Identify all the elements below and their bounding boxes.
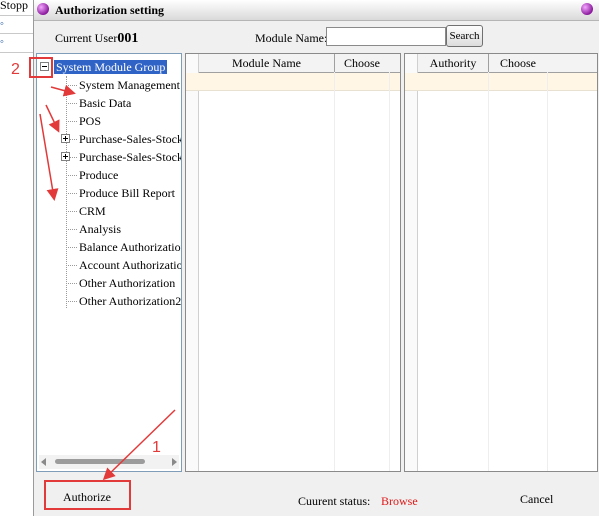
collapse-icon[interactable] (40, 62, 49, 71)
app-icon (37, 3, 49, 15)
scroll-left-icon[interactable] (41, 458, 46, 466)
background-window: Stopp ◦ ◦ (0, 0, 34, 516)
table-row[interactable] (405, 73, 597, 91)
authority-grid[interactable]: Authority Choose (404, 53, 598, 472)
status-value: Browse (381, 494, 418, 508)
background-column-label: Stopp (0, 0, 29, 12)
background-marker: ◦ (0, 36, 4, 48)
scrollbar-thumb[interactable] (55, 459, 145, 464)
tree-item[interactable]: Other Authorization (66, 274, 175, 292)
tree-item-label: Analysis (79, 221, 121, 236)
column-divider (488, 72, 489, 471)
tree-item-label: System Management (79, 77, 180, 92)
tree-item[interactable]: CRM (66, 202, 106, 220)
tree-item[interactable]: Produce (66, 166, 118, 184)
tree-item-label: Other Authorization2 (79, 293, 182, 308)
scroll-right-icon[interactable] (172, 458, 177, 466)
tree-item[interactable]: Other Authorization2 (66, 292, 181, 310)
module-grid[interactable]: Module Name Choose (185, 53, 401, 472)
tree-item[interactable]: Produce Bill Report (66, 184, 175, 202)
row-header-column (405, 54, 418, 471)
tree-item[interactable]: Analysis (66, 220, 121, 238)
tree-item-label: Purchase-Sales-Stock (79, 131, 182, 146)
background-divider (0, 15, 34, 16)
dialog-title: Authorization setting (55, 3, 164, 17)
module-name-label: Module Name: (255, 31, 328, 45)
expand-icon[interactable] (61, 134, 70, 143)
tree-item[interactable]: Balance Authorization (66, 238, 182, 256)
close-icon[interactable] (581, 3, 593, 15)
current-user-value: 001 (117, 31, 139, 46)
tree-item[interactable]: Account Authorization (66, 256, 182, 274)
authority-grid-header: Authority Choose (405, 54, 597, 73)
tree-item-label: Purchase-Sales-Stock (79, 149, 182, 164)
cancel-button[interactable]: Cancel (520, 492, 553, 507)
search-button[interactable]: Search (446, 25, 483, 47)
column-divider (547, 72, 548, 471)
authorize-button[interactable]: Authorize (50, 486, 124, 509)
tree-item-label: Basic Data (79, 95, 132, 110)
module-grid-header: Module Name Choose (186, 54, 400, 73)
tree-item-label: Produce Bill Report (79, 185, 175, 200)
tree-item-label: Other Authorization (79, 275, 176, 290)
column-header-choose[interactable]: Choose (334, 54, 389, 72)
current-user-label: Current User (55, 31, 118, 45)
status-label: Cuurent status: (298, 494, 371, 508)
title-bar[interactable]: Authorization setting (34, 0, 599, 21)
tree-item[interactable]: System Management (66, 76, 180, 94)
expand-icon[interactable] (61, 152, 70, 161)
tree-item-label: POS (79, 113, 102, 128)
tree-item[interactable]: POS (66, 112, 101, 130)
tree-item-label: Balance Authorization (79, 239, 182, 254)
tree-item-label: CRM (79, 203, 106, 218)
tree-root-label[interactable]: System Module Group (54, 59, 168, 74)
module-name-input[interactable] (326, 27, 446, 46)
tree-horizontal-scrollbar[interactable] (39, 455, 179, 469)
column-divider (389, 72, 390, 471)
current-user: Current User001 (55, 31, 138, 47)
column-header-authority[interactable]: Authority (417, 54, 488, 72)
row-header-column (186, 54, 199, 471)
tree-item[interactable]: Basic Data (66, 94, 131, 112)
tree-root[interactable]: System Module Group (40, 59, 168, 74)
background-divider (0, 52, 34, 53)
background-divider (0, 33, 34, 34)
column-header-module-name[interactable]: Module Name (198, 54, 334, 72)
tree-item-label: Account Authorization (79, 257, 182, 272)
tree-item-label: Produce (79, 167, 119, 182)
module-tree[interactable]: System Module Group System Management Ba… (36, 53, 182, 472)
table-row[interactable] (186, 73, 400, 91)
tree-item[interactable]: Purchase-Sales-Stock (61, 148, 182, 166)
background-marker: ◦ (0, 18, 4, 30)
column-divider (334, 72, 335, 471)
tree-item[interactable]: Purchase-Sales-Stock (61, 130, 182, 148)
column-header-choose[interactable]: Choose (488, 54, 547, 72)
authorization-dialog: Authorization setting Current User001 Mo… (33, 0, 599, 516)
